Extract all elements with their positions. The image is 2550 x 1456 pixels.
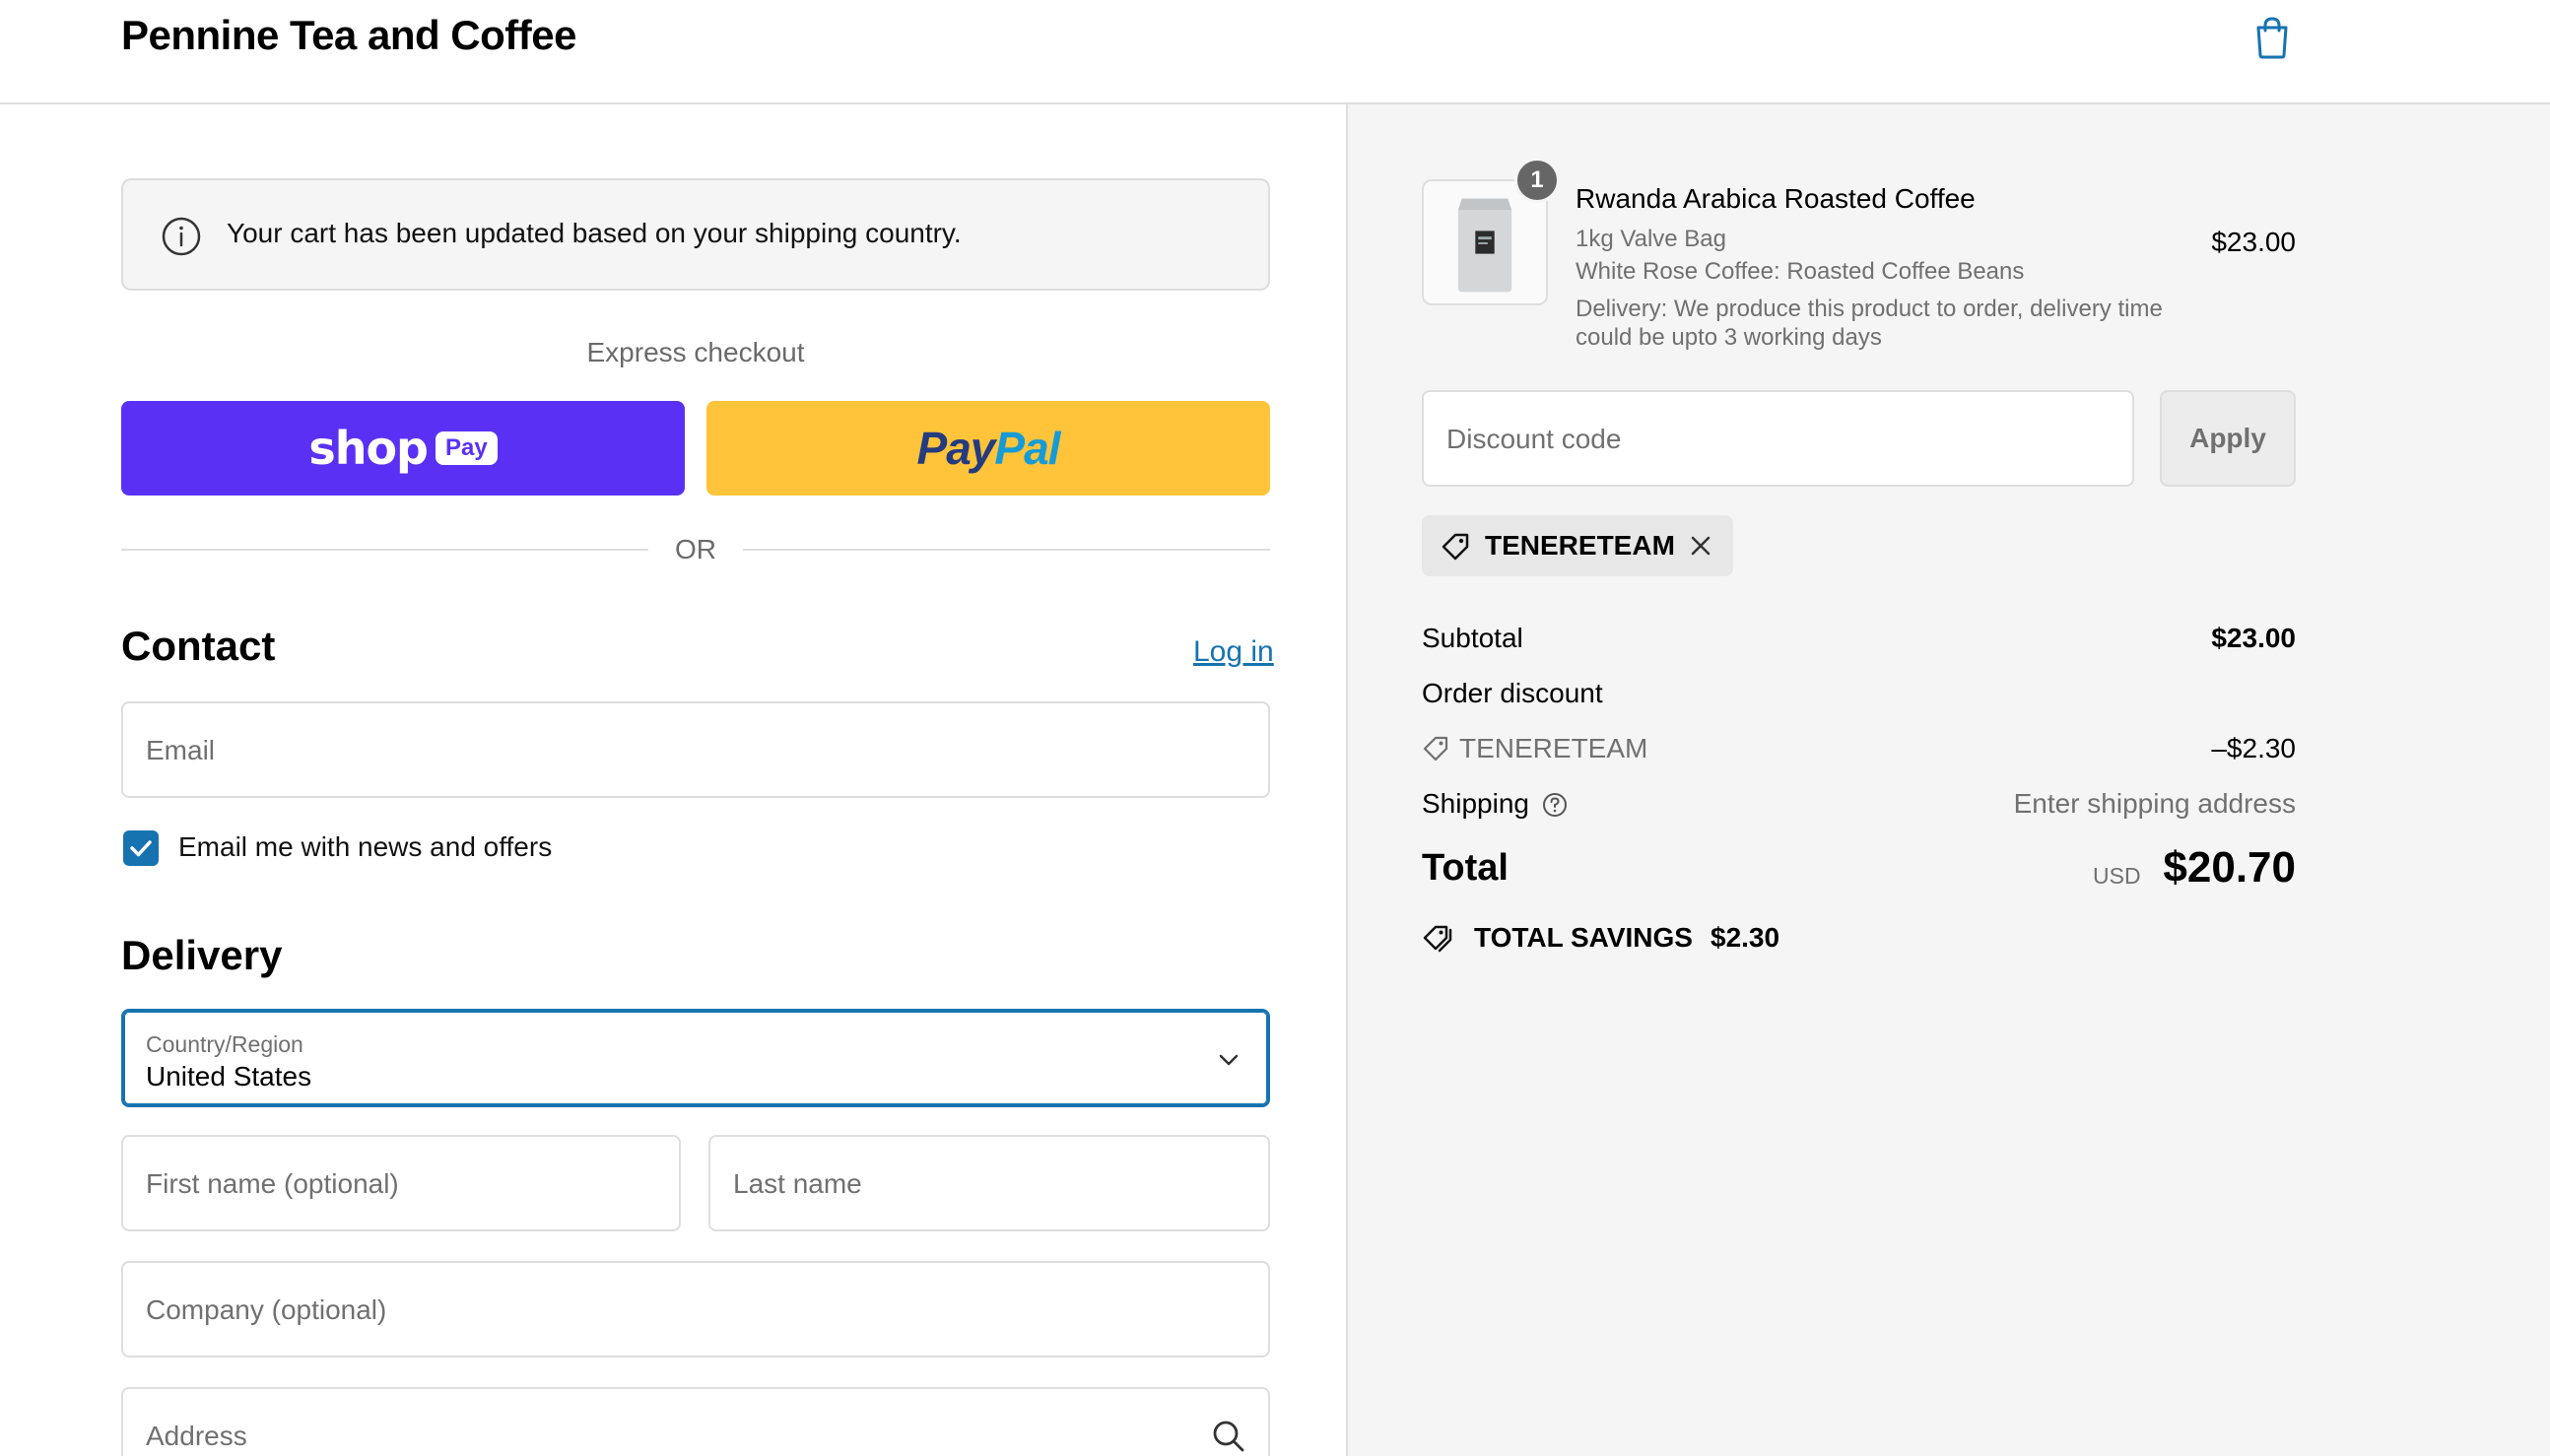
email-field[interactable]: Email: [121, 701, 1270, 798]
first-name-field[interactable]: First name (optional): [121, 1135, 681, 1231]
subtotal-label: Subtotal: [1422, 623, 1523, 653]
notice-text: Your cart has been updated based on your…: [227, 218, 962, 248]
shipping-value: Enter shipping address: [2013, 788, 2296, 819]
shop-name[interactable]: Pennine Tea and Coffee: [121, 12, 576, 59]
email-placeholder: Email: [146, 735, 216, 765]
discount-code-field[interactable]: Discount code: [1422, 390, 2134, 487]
log-in-link[interactable]: Log in: [1193, 635, 1274, 669]
quantity-badge: 1: [1514, 158, 1560, 203]
product-price: $23.00: [2211, 227, 2296, 257]
subtotal-value: $23.00: [2211, 623, 2296, 653]
shopping-bag-icon[interactable]: [2252, 16, 2292, 59]
applied-discount-code: TENERETEAM: [1485, 530, 1675, 561]
product-delivery-note: Delivery: We produce this product to ord…: [1576, 296, 2163, 351]
or-divider-text: OR: [675, 534, 716, 564]
company-field[interactable]: Company (optional): [121, 1261, 1270, 1357]
checkout-header: Pennine Tea and Coffee: [0, 0, 2550, 104]
total-savings-value: $2.30: [1711, 922, 1780, 953]
company-placeholder: Company (optional): [146, 1294, 387, 1325]
country-region-value: United States: [146, 1061, 312, 1092]
divider-right: [743, 549, 1270, 551]
discount-tag-icon: [1423, 736, 1448, 761]
express-checkout-label: Express checkout: [586, 337, 805, 367]
product-variant: 1kg Valve Bag: [1576, 226, 1726, 252]
product-title: Rwanda Arabica Roasted Coffee: [1576, 183, 1976, 214]
apply-discount-button[interactable]: Apply: [2160, 390, 2296, 487]
address-field[interactable]: Address: [121, 1387, 1270, 1456]
total-currency: USD: [2093, 863, 2141, 889]
last-name-placeholder: Last name: [733, 1168, 862, 1199]
first-name-placeholder: First name (optional): [146, 1168, 399, 1199]
shop-pay-badge: Pay: [435, 431, 498, 465]
cart-updated-notice: Your cart has been updated based on your…: [121, 178, 1270, 291]
discount-code-placeholder: Discount code: [1446, 424, 1622, 454]
search-icon: [1213, 1421, 1244, 1452]
newsletter-label[interactable]: Email me with news and offers: [178, 831, 552, 863]
savings-tag-icon: [1423, 925, 1452, 953]
remove-discount-icon[interactable]: [1688, 533, 1713, 559]
applied-discount-chip: TENERETEAM: [1422, 515, 1733, 576]
delivery-heading: Delivery: [121, 932, 283, 978]
paypal-wordmark-pal: Pal: [994, 423, 1060, 474]
info-icon: [162, 217, 201, 256]
paypal-button[interactable]: Pay Pal: [706, 401, 1270, 496]
paypal-wordmark-pay: Pay: [916, 423, 996, 474]
total-savings-label: TOTAL SAVINGS: [1474, 922, 1693, 953]
chevron-down-icon: [1219, 1054, 1239, 1066]
discount-code-line: TENERETEAM: [1459, 733, 1648, 763]
divider-left: [121, 549, 648, 551]
contact-heading: Contact: [121, 623, 276, 669]
product-vendor: White Rose Coffee: Roasted Coffee Beans: [1576, 258, 2025, 285]
shop-pay-wordmark: shop: [308, 422, 429, 475]
tag-icon: [1442, 533, 1469, 561]
total-value: $20.70: [2163, 843, 2296, 892]
discount-value: –$2.30: [2211, 733, 2296, 763]
last-name-field[interactable]: Last name: [708, 1135, 1270, 1231]
help-icon[interactable]: [1542, 792, 1568, 818]
country-region-label: Country/Region: [146, 1031, 303, 1057]
country-region-select[interactable]: Country/Region United States: [121, 1009, 1270, 1107]
shop-pay-button[interactable]: shop Pay: [121, 401, 685, 496]
total-label: Total: [1422, 847, 1509, 889]
checkmark-icon: [130, 840, 152, 857]
order-discount-label: Order discount: [1422, 678, 1603, 708]
address-placeholder: Address: [146, 1421, 247, 1451]
shipping-label: Shipping: [1422, 788, 1529, 819]
newsletter-checkbox[interactable]: [123, 830, 159, 866]
